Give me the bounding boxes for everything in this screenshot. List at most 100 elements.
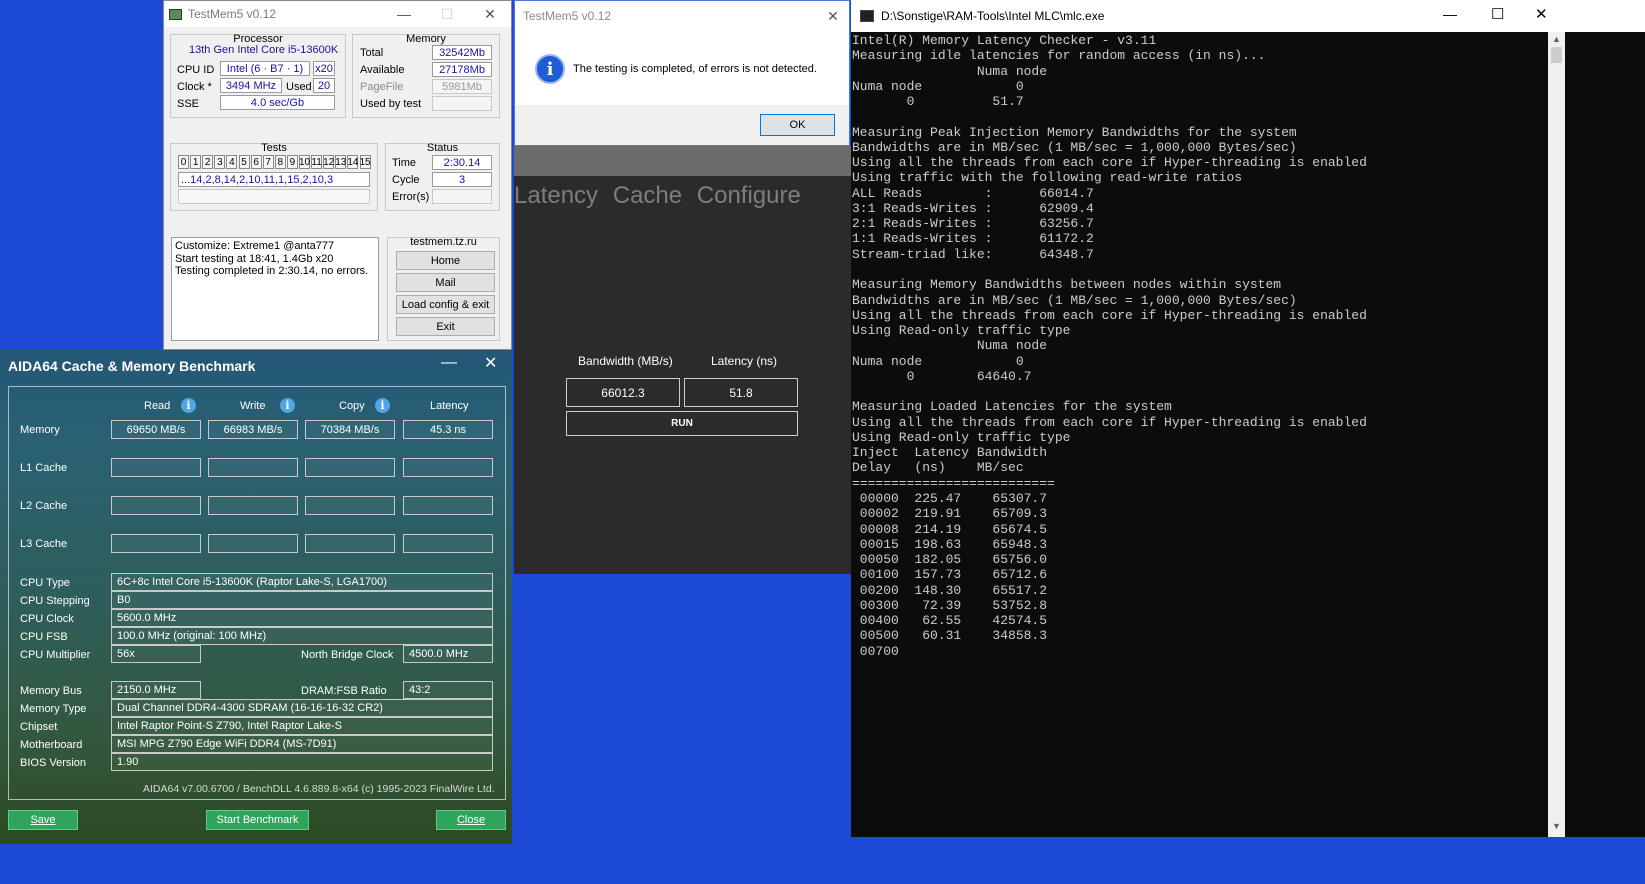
load-config-exit-button[interactable]: Load config & exit [396, 295, 495, 314]
bandwidth-label: Bandwidth (MB/s) [578, 354, 673, 368]
used-by-test-label: Used by test [360, 98, 422, 110]
console-line: 00015 198.63 65948.3 [852, 536, 1048, 552]
tests-group: Tests 0 1 2 3 4 5 6 7 8 9 10 11 12 13 14 15 ...14,2,8,1… [170, 142, 378, 211]
scroll-thumb[interactable] [1551, 47, 1562, 63]
log-line: Start testing at 18:41, 1.4Gb x20 [175, 252, 334, 265]
console-line: Using all the threads from each core if … [852, 414, 1367, 430]
test-number-cell: 14 [347, 155, 359, 169]
cpu-clock-label: CPU Clock [20, 613, 74, 625]
l1-latency-value [403, 458, 493, 477]
dram-ratio-value: 43:2 [403, 681, 493, 699]
dialog-message: The testing is completed, of errors is n… [573, 63, 817, 75]
console-line: 00100 157.73 65712.6 [852, 567, 1048, 583]
testmem-dialog-window: TestMem5 v0.12 ✕ i The testing is comple… [514, 0, 850, 146]
console-line: Numa node [852, 63, 1048, 79]
close-aida-button[interactable]: Close [436, 810, 506, 830]
used-value: 20 [313, 78, 335, 93]
dialog-close-button[interactable]: ✕ [815, 1, 851, 31]
console-line: Numa node 0 [852, 78, 1024, 94]
console-minimize-button[interactable]: — [1443, 6, 1457, 22]
run-button[interactable]: RUN [566, 411, 798, 436]
row-l2-label: L2 Cache [20, 500, 68, 512]
cpu-stepping-label: CPU Stepping [20, 595, 90, 607]
aida-minimize-button[interactable]: — [441, 354, 457, 372]
used-by-test-value [432, 96, 492, 111]
latency-tab-bar: Latency Cache Configure [514, 182, 801, 210]
clock-value: 3494 MHz [220, 78, 282, 93]
test-number-cell: 3 [214, 155, 226, 169]
console-close-button[interactable]: ✕ [1535, 5, 1548, 23]
status-group-label: Status [426, 142, 459, 154]
links-group-label: testmem.tz.ru [410, 236, 477, 248]
console-line: Using Read-only traffic type [852, 323, 1071, 339]
home-button[interactable]: Home [396, 251, 495, 270]
test-number-strip: 0 1 2 3 4 5 6 7 8 9 10 11 12 13 14 15 [178, 155, 378, 170]
motherboard-label: Motherboard [20, 739, 83, 751]
dialog-title-bar[interactable]: TestMem5 v0.12 ✕ [515, 1, 849, 31]
bios-version-value: 1.90 [111, 753, 493, 771]
col-write: Write [240, 400, 266, 412]
exit-button[interactable]: Exit [396, 317, 495, 336]
ok-button[interactable]: OK [760, 114, 835, 136]
processor-name: 13th Gen Intel Core i5-13600K [189, 44, 339, 56]
testmem-title-bar[interactable]: TestMem5 v0.12 — ☐ ✕ [164, 1, 511, 27]
console-maximize-button[interactable]: ☐ [1491, 5, 1504, 23]
clock-label: Clock * [177, 81, 212, 93]
console-title-bar[interactable]: D:\Sonstige\RAM-Tools\Intel MLC\mlc.exe … [851, 0, 1645, 32]
testmem-title: TestMem5 v0.12 [188, 7, 277, 21]
memory-write-value: 66983 MB/s [208, 420, 298, 439]
scroll-up-icon[interactable]: ▲ [1552, 34, 1561, 44]
chipset-value: Intel Raptor Point-S Z790, Intel Raptor … [111, 717, 493, 735]
aida-close-button[interactable]: ✕ [484, 353, 497, 373]
cpu-threads-value: x20 [313, 61, 335, 76]
test-number-cell: 8 [274, 155, 286, 169]
latency-value: 51.8 [684, 378, 798, 407]
console-scrollbar[interactable]: ▲ ▼ [1548, 32, 1565, 837]
copy-info-icon[interactable]: i [375, 398, 390, 413]
l3-latency-value [403, 534, 493, 553]
test-number-cell: 12 [323, 155, 335, 169]
test-number-cell: 1 [190, 155, 202, 169]
tab-configure[interactable]: Configure [697, 182, 801, 209]
save-button[interactable]: Save [8, 810, 78, 830]
console-line: 00008 214.19 65674.5 [852, 521, 1048, 537]
console-line: ALL Reads : 66014.7 [852, 185, 1094, 201]
dram-ratio-label: DRAM:FSB Ratio [301, 685, 387, 697]
tab-latency[interactable]: Latency [514, 182, 598, 209]
tab-cache[interactable]: Cache [613, 182, 682, 209]
col-copy: Copy [339, 400, 365, 412]
console-line: Intel(R) Memory Latency Checker - v3.11 [852, 33, 1157, 48]
read-info-icon[interactable]: i [181, 398, 196, 413]
memory-bus-label: Memory Bus [20, 685, 82, 697]
mail-button[interactable]: Mail [396, 273, 495, 292]
test-number-cell: 6 [250, 155, 262, 169]
l3-copy-value [305, 534, 395, 553]
console-line: 0 64640.7 [852, 368, 1032, 384]
status-group: Status Time 2:30.14 Cycle 3 Error(s) [385, 142, 500, 211]
minimize-button[interactable]: — [386, 1, 422, 27]
console-line: Using Read-only traffic type [852, 429, 1071, 445]
console-line: ========================== [852, 475, 1055, 491]
l2-write-value [208, 496, 298, 515]
console-line: Measuring idle latencies for random acce… [852, 48, 1266, 64]
console-line: 1:1 Reads-Writes : 61172.2 [852, 231, 1094, 247]
console-line: 00400 62.55 42574.5 [852, 613, 1048, 629]
log-textbox[interactable]: Customize: Extreme1 @anta777 Start testi… [171, 237, 379, 341]
memory-group: Memory Total 32542Mb Available 27178Mb P… [352, 33, 500, 118]
console-line: 00002 219.91 65709.3 [852, 506, 1048, 522]
write-info-icon[interactable]: i [280, 398, 295, 413]
test-number-cell: 0 [178, 155, 189, 169]
cpu-multiplier-value: 56x [111, 645, 201, 663]
cycle-label: Cycle [392, 174, 420, 186]
test-number-cell: 5 [238, 155, 250, 169]
mlc-console-window: D:\Sonstige\RAM-Tools\Intel MLC\mlc.exe … [851, 0, 1645, 837]
latency-app: Latency Cache Configure Bandwidth (MB/s)… [514, 146, 851, 574]
start-benchmark-button[interactable]: Start Benchmark [206, 810, 309, 830]
maximize-button[interactable]: ☐ [429, 1, 465, 27]
close-button[interactable]: ✕ [472, 1, 508, 27]
col-read: Read [144, 400, 171, 412]
test-number-cell: 15 [359, 155, 371, 169]
scroll-down-icon[interactable]: ▼ [1552, 821, 1561, 831]
test-number-cell: 7 [262, 155, 274, 169]
